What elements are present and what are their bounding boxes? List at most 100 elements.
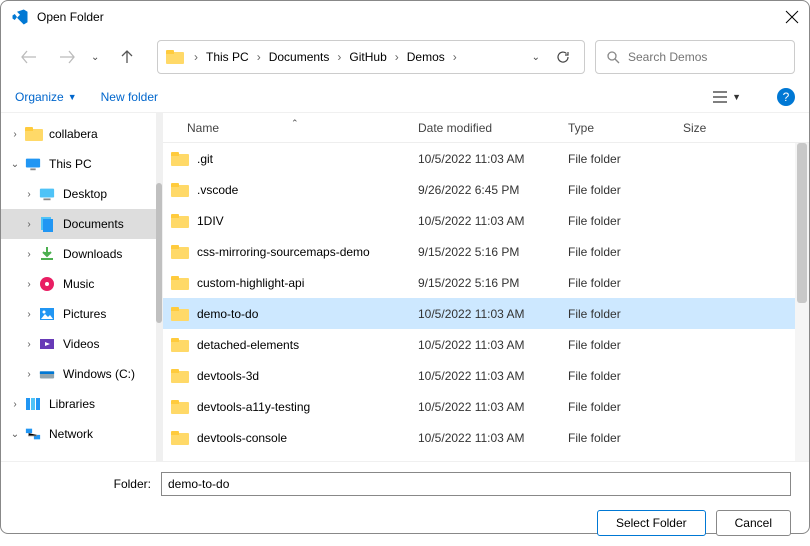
- view-button[interactable]: ▼: [712, 90, 741, 104]
- music-icon: [39, 276, 55, 292]
- organize-button[interactable]: Organize ▼: [15, 90, 77, 104]
- forward-button[interactable]: [53, 43, 81, 71]
- file-row[interactable]: demo-to-do10/5/2022 11:03 AMFile folder: [163, 298, 809, 329]
- pc-icon: [25, 156, 41, 172]
- chevron-down-icon: ▼: [732, 92, 741, 102]
- expander-icon[interactable]: ›: [9, 129, 21, 140]
- refresh-button[interactable]: [550, 50, 576, 64]
- search-icon: [606, 50, 620, 64]
- close-icon[interactable]: [785, 10, 799, 24]
- address-bar[interactable]: › This PC › Documents › GitHub › Demos ›…: [157, 40, 585, 74]
- expander-icon[interactable]: ›: [23, 339, 35, 350]
- file-row[interactable]: devtools-3d10/5/2022 11:03 AMFile folder: [163, 360, 809, 391]
- expander-icon[interactable]: ›: [23, 219, 35, 230]
- file-type: File folder: [568, 152, 683, 166]
- breadcrumb-item[interactable]: GitHub: [347, 50, 388, 64]
- file-row[interactable]: devtools-a11y-testing 10/5/2022 11:03 AMF…: [163, 391, 809, 422]
- tree-item-network[interactable]: ⌄Network: [1, 419, 162, 449]
- expander-icon[interactable]: ›: [23, 309, 35, 320]
- column-date[interactable]: Date modified: [418, 121, 568, 135]
- back-button[interactable]: [15, 43, 43, 71]
- file-date: 10/5/2022 11:03 AM: [418, 431, 568, 445]
- drive-icon: [39, 366, 55, 382]
- address-dropdown[interactable]: ⌄: [526, 52, 546, 63]
- expander-icon[interactable]: ⌄: [9, 159, 21, 170]
- list-scrollbar[interactable]: [795, 143, 809, 461]
- cancel-button[interactable]: Cancel: [716, 510, 791, 536]
- tree-item-label: Videos: [63, 337, 99, 351]
- file-type: File folder: [568, 245, 683, 259]
- tree-item-collabera[interactable]: ›collabera: [1, 119, 162, 149]
- expander-icon[interactable]: ›: [23, 369, 35, 380]
- help-icon[interactable]: ?: [777, 88, 795, 106]
- libraries-icon: [25, 396, 41, 412]
- file-name: detached-elements: [197, 338, 299, 352]
- file-type: File folder: [568, 214, 683, 228]
- recent-dropdown[interactable]: ⌄: [91, 52, 103, 63]
- tree-item-label: Documents: [63, 217, 124, 231]
- tree-scrollbar[interactable]: [156, 113, 162, 461]
- file-row[interactable]: custom-highlight-api9/15/2022 5:16 PMFil…: [163, 267, 809, 298]
- tree-item-windows-c-[interactable]: ›Windows (C:): [1, 359, 162, 389]
- desktop-icon: [39, 186, 55, 202]
- folder-icon: [171, 431, 189, 445]
- tree-item-downloads[interactable]: ›Downloads: [1, 239, 162, 269]
- file-name: .vscode: [197, 183, 238, 197]
- breadcrumb-item[interactable]: Documents: [267, 50, 332, 64]
- expander-icon[interactable]: ›: [23, 249, 35, 260]
- breadcrumb-item[interactable]: Demos: [405, 50, 447, 64]
- file-name: devtools-a11y-testing: [197, 400, 310, 414]
- expander-icon[interactable]: ›: [23, 279, 35, 290]
- new-folder-button[interactable]: New folder: [101, 90, 158, 104]
- expander-icon[interactable]: ›: [9, 399, 21, 410]
- tree-item-music[interactable]: › Music: [1, 269, 162, 299]
- tree-item-desktop[interactable]: ›Desktop: [1, 179, 162, 209]
- file-row[interactable]: css-mirroring-sourcemaps-demo9/15/2022 5…: [163, 236, 809, 267]
- expander-icon[interactable]: ›: [23, 189, 35, 200]
- tree-item-label: This PC: [49, 157, 92, 171]
- column-name[interactable]: Name⌃: [163, 121, 418, 135]
- list-view-icon: [712, 90, 728, 104]
- up-button[interactable]: [113, 43, 141, 71]
- tree-item-videos[interactable]: › Videos: [1, 329, 162, 359]
- tree-item-pictures[interactable]: ›Pictures: [1, 299, 162, 329]
- folder-icon: [171, 183, 189, 197]
- file-row[interactable]: .vscode9/26/2022 6:45 PMFile folder: [163, 174, 809, 205]
- search-input[interactable]: [628, 50, 784, 64]
- expander-icon[interactable]: ⌄: [9, 429, 21, 440]
- file-type: File folder: [568, 400, 683, 414]
- navbar: ⌄ › This PC › Documents › GitHub › Demos…: [1, 33, 809, 81]
- file-name: .git: [197, 152, 213, 166]
- breadcrumb-item[interactable]: This PC: [204, 50, 251, 64]
- file-row[interactable]: detached-elements10/5/2022 11:03 AMFile …: [163, 329, 809, 360]
- tree-item-documents[interactable]: › Documents: [1, 209, 162, 239]
- bottom-panel: Folder: Select Folder Cancel: [1, 461, 809, 546]
- file-type: File folder: [568, 431, 683, 445]
- select-folder-button[interactable]: Select Folder: [597, 510, 706, 536]
- folder-input[interactable]: [161, 472, 791, 496]
- file-type: File folder: [568, 369, 683, 383]
- file-row[interactable]: devtools-console10/5/2022 11:03 AMFile f…: [163, 422, 809, 453]
- search-box[interactable]: [595, 40, 795, 74]
- folder-icon: [171, 400, 189, 414]
- column-headers[interactable]: Name⌃ Date modified Type Size: [163, 113, 809, 143]
- file-row[interactable]: .git10/5/2022 11:03 AMFile folder: [163, 143, 809, 174]
- tree-item-label: Music: [63, 277, 94, 291]
- tree-item-libraries[interactable]: ›Libraries: [1, 389, 162, 419]
- file-name: demo-to-do: [197, 307, 258, 321]
- file-list: Name⌃ Date modified Type Size .git10/5/2…: [163, 113, 809, 461]
- folder-icon: [25, 126, 41, 142]
- column-size[interactable]: Size: [683, 121, 753, 135]
- file-date: 10/5/2022 11:03 AM: [418, 400, 568, 414]
- column-type[interactable]: Type: [568, 121, 683, 135]
- folder-icon: [171, 152, 189, 166]
- file-date: 9/26/2022 6:45 PM: [418, 183, 568, 197]
- file-date: 10/5/2022 11:03 AM: [418, 338, 568, 352]
- window-title: Open Folder: [37, 10, 785, 24]
- file-date: 9/15/2022 5:16 PM: [418, 276, 568, 290]
- videos-icon: [39, 336, 55, 352]
- file-date: 9/15/2022 5:16 PM: [418, 245, 568, 259]
- tree-item-this-pc[interactable]: ⌄ This PC: [1, 149, 162, 179]
- pictures-icon: [39, 306, 55, 322]
- file-row[interactable]: 1DIV10/5/2022 11:03 AMFile folder: [163, 205, 809, 236]
